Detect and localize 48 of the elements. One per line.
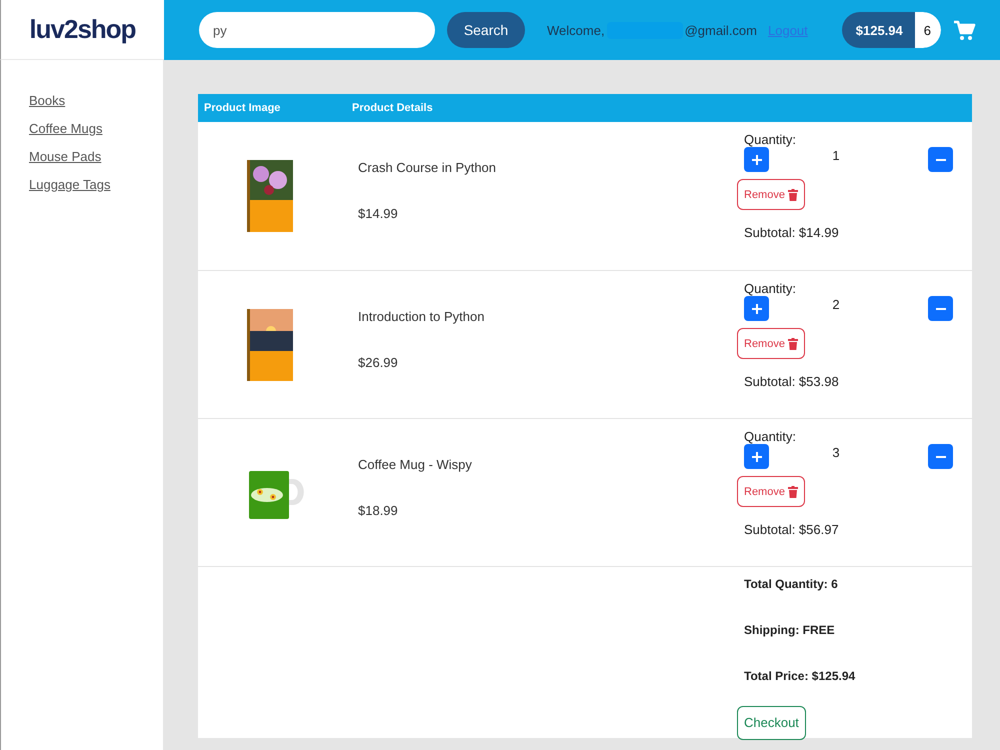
- sidebar-link[interactable]: Coffee Mugs: [29, 122, 102, 136]
- cart-icon: [953, 20, 976, 40]
- remove-button[interactable]: Remove: [737, 179, 805, 210]
- product-price: $18.99: [358, 503, 399, 518]
- logo: luv2shop: [29, 14, 136, 45]
- email-text: @gmail.com: [684, 22, 757, 38]
- remove-button[interactable]: Remove: [737, 476, 805, 507]
- subtotal-text: Subtotal: $14.99: [744, 225, 840, 240]
- sidebar-link[interactable]: Mouse Pads: [29, 150, 102, 164]
- decrease-button[interactable]: [928, 444, 953, 469]
- plus-icon: [752, 452, 762, 462]
- checkout-button[interactable]: Checkout: [737, 706, 806, 740]
- decrease-button[interactable]: [928, 147, 953, 172]
- quantity-value: 3: [831, 444, 841, 460]
- search-field[interactable]: py: [199, 12, 435, 48]
- cart-count: 6: [914, 12, 941, 48]
- product-price: $26.99: [358, 355, 399, 370]
- decrease-button[interactable]: [928, 296, 953, 321]
- increase-button[interactable]: [744, 444, 769, 469]
- subtotal-text: Subtotal: $53.98: [744, 374, 840, 389]
- trash-icon: [788, 486, 798, 498]
- welcome-text: Welcome,: [547, 22, 605, 38]
- sidebar-link[interactable]: Luggage Tags: [29, 178, 110, 192]
- plus-icon: [752, 154, 762, 164]
- quantity-value: 2: [831, 296, 841, 312]
- quantity-label: Quantity:: [744, 281, 798, 296]
- subtotal-text: Subtotal: $56.97: [744, 522, 840, 537]
- trash-icon: [788, 188, 798, 200]
- shipping-text: Shipping: FREE: [744, 623, 836, 639]
- quantity-label: Quantity:: [744, 429, 798, 444]
- increase-button[interactable]: [744, 147, 769, 172]
- total-price: Total Price: $125.94: [744, 669, 856, 685]
- cart-total: $125.94: [842, 12, 915, 48]
- plus-icon: [752, 304, 762, 314]
- total-quantity: Total Quantity: 6: [744, 577, 839, 593]
- product-name: Coffee Mug - Wispy: [358, 457, 473, 474]
- product-price: $14.99: [358, 206, 399, 221]
- column-header: Product Image: [203, 102, 282, 114]
- quantity-label: Quantity:: [744, 132, 798, 147]
- product-name: Crash Course in Python: [358, 160, 498, 177]
- increase-button[interactable]: [744, 296, 769, 321]
- remove-button[interactable]: Remove: [737, 328, 805, 359]
- search-button[interactable]: Search: [447, 12, 525, 48]
- quantity-value: 1: [831, 147, 841, 163]
- trash-icon: [788, 338, 798, 350]
- product-name: Introduction to Python: [358, 309, 486, 326]
- column-header: Product Details: [352, 102, 433, 114]
- sidebar-link[interactable]: Books: [29, 94, 66, 108]
